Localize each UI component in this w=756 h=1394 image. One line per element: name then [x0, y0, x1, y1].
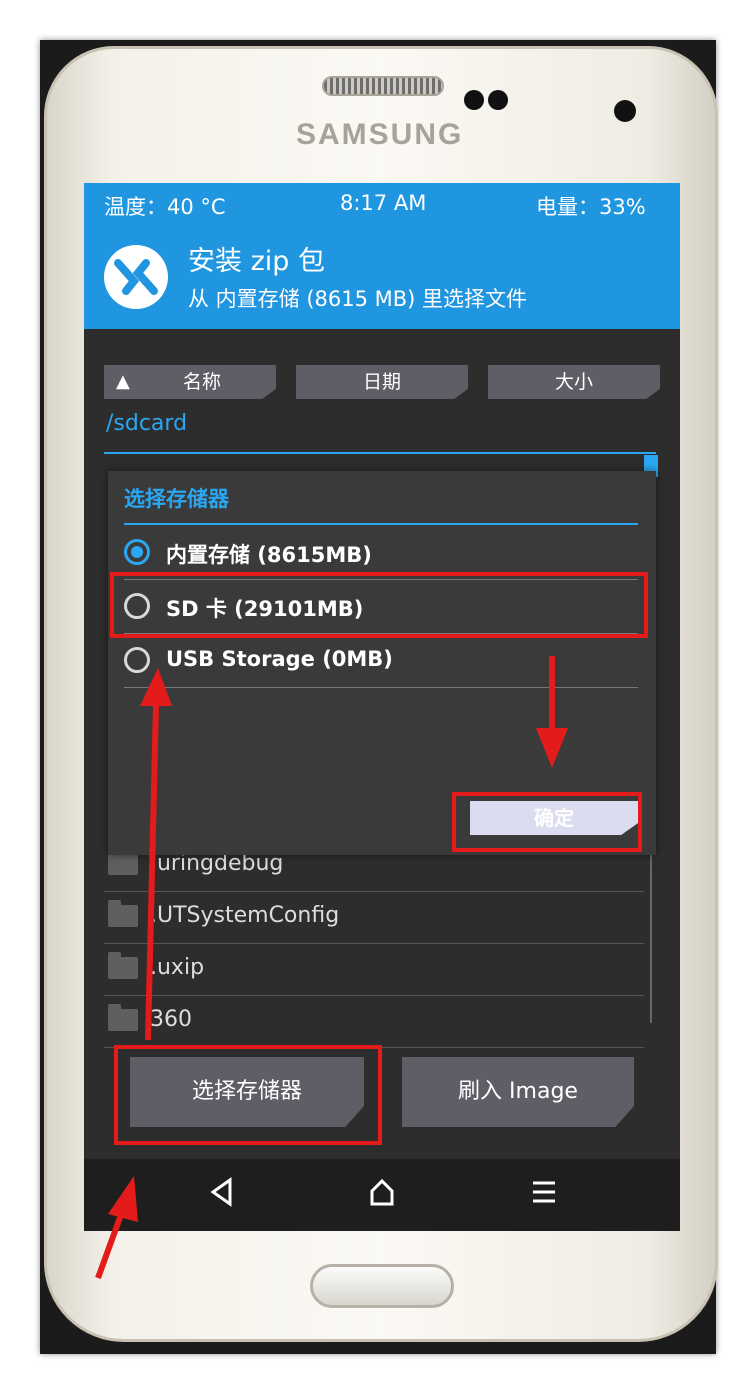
arrow-head — [536, 728, 568, 768]
arrow-head — [140, 668, 172, 706]
arrow-line — [95, 1210, 125, 1280]
annotation-arrows — [95, 656, 568, 1280]
arrow-head — [108, 1176, 138, 1222]
arrow-line — [145, 703, 159, 1041]
